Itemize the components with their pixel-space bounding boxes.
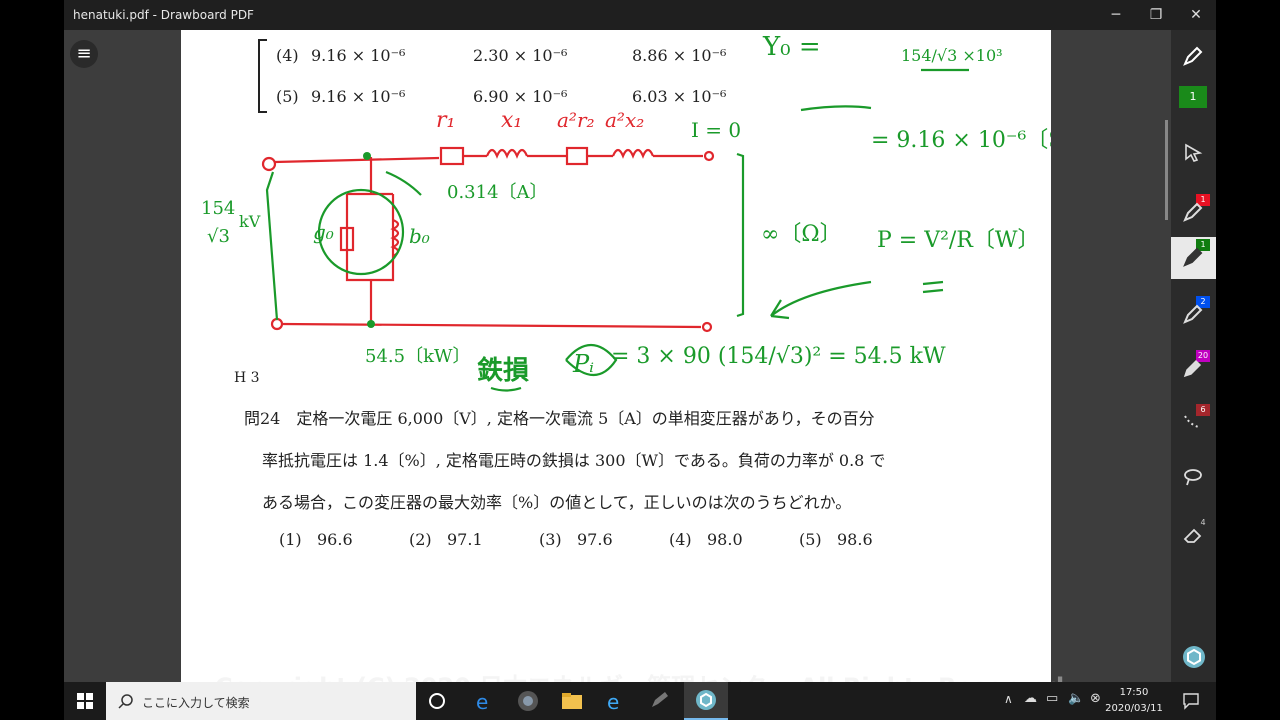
eraser-tool-button[interactable]: 4 bbox=[1171, 515, 1216, 557]
ink-y0-result: = 9.16 × 10⁻⁶〔S〕 bbox=[871, 128, 1051, 153]
pen-red-icon bbox=[1183, 202, 1203, 222]
ink-b0: b₀ bbox=[409, 224, 430, 248]
line-tool-button[interactable]: 6 bbox=[1171, 402, 1216, 444]
highlighter-icon bbox=[1183, 359, 1202, 378]
pen-red-button[interactable]: 1 bbox=[1171, 192, 1216, 234]
notification-icon[interactable] bbox=[1182, 692, 1200, 710]
file-explorer-icon[interactable] bbox=[559, 688, 585, 714]
ink-y0-lhs: Y₀ = bbox=[763, 32, 821, 62]
ink-i0: I = 0 bbox=[691, 118, 742, 142]
title-bar: henatuki.pdf - Drawboard PDF ─ ❐ ✕ bbox=[64, 0, 1216, 30]
pdf-page[interactable]: (4) 9.16 × 10⁻⁶ 2.30 × 10⁻⁶ 8.86 × 10⁻⁶ … bbox=[181, 30, 1051, 682]
drawboard-taskbar-button[interactable] bbox=[684, 682, 728, 720]
volume-icon[interactable]: 🔈 bbox=[1068, 691, 1084, 706]
task-view-icon[interactable] bbox=[424, 688, 450, 714]
ink-voltage-unit: kV bbox=[239, 212, 261, 231]
hamburger-menu-icon[interactable]: ≡ bbox=[70, 40, 98, 68]
ink-kw-label: 54.5〔kW〕 bbox=[365, 346, 471, 367]
clock-date: 2020/03/11 bbox=[1105, 703, 1163, 714]
settings-hex-button[interactable] bbox=[1171, 636, 1216, 678]
pen-icon bbox=[1183, 46, 1203, 66]
ink-power: P = V²/R〔W〕 bbox=[877, 228, 1040, 253]
taskbar-clock[interactable]: 17:50 2020/03/11 bbox=[1104, 685, 1164, 717]
pen-blue-icon bbox=[1183, 304, 1203, 324]
tray-chevron-icon[interactable]: ∧ bbox=[1004, 692, 1013, 706]
tool-sidebar: 1 1 1 2 20 6 4 bbox=[1171, 30, 1216, 682]
select-cursor-icon bbox=[1185, 143, 1203, 162]
select-tool-button[interactable] bbox=[1171, 132, 1216, 174]
edge-browser-icon[interactable]: e bbox=[472, 688, 498, 714]
ink-y0-rhs: 154/√3 ×10³ bbox=[901, 46, 1003, 65]
pen-tool-button[interactable] bbox=[1171, 36, 1216, 78]
ink-x1: x₁ bbox=[501, 108, 523, 133]
windows-taskbar: ここに入力して検索 e e ∧ ☁ ▭ 🔈 ⊗ 17:50 2020/03/11 bbox=[64, 682, 1216, 720]
eraser-icon bbox=[1183, 528, 1202, 543]
close-button[interactable]: ✕ bbox=[1176, 0, 1216, 30]
camera-app-icon[interactable] bbox=[515, 688, 541, 714]
cloud-icon[interactable]: ☁ bbox=[1024, 691, 1037, 706]
status-x-icon[interactable]: ⊗ bbox=[1090, 691, 1101, 706]
ink-current: 0.314〔A〕 bbox=[447, 182, 548, 203]
pen-green-icon bbox=[1183, 247, 1203, 267]
drawboard-window: henatuki.pdf - Drawboard PDF ─ ❐ ✕ ≡ (4)… bbox=[64, 0, 1216, 682]
ink-a2r2: a²r₂ bbox=[557, 108, 595, 132]
node-dot-bottom bbox=[367, 320, 375, 328]
table-bracket bbox=[258, 39, 267, 113]
dotted-line-icon bbox=[1184, 415, 1200, 428]
ink-a2x2: a²x₂ bbox=[605, 108, 645, 132]
network-icon[interactable]: ▭ bbox=[1046, 691, 1058, 706]
vertical-scrollbar[interactable] bbox=[1165, 120, 1168, 220]
ink-pi: Pᵢ bbox=[573, 350, 594, 378]
node-dot-top bbox=[363, 152, 371, 160]
hexagon-settings-icon bbox=[1183, 646, 1205, 668]
ink-resistance: ∞〔Ω〕 bbox=[761, 222, 842, 247]
windows-start-icon[interactable] bbox=[72, 688, 98, 714]
svg-text:e: e bbox=[607, 690, 619, 714]
pen-blue-button[interactable]: 2 bbox=[1171, 294, 1216, 336]
search-icon bbox=[118, 694, 133, 709]
lasso-tool-button[interactable] bbox=[1171, 457, 1216, 499]
maximize-button[interactable]: ❐ bbox=[1136, 0, 1176, 30]
taskbar-search-box[interactable]: ここに入力して検索 bbox=[106, 682, 416, 720]
ink-formula: = 3 × 90 (154/√3)² = 54.5 kW bbox=[611, 344, 946, 369]
page-number-badge: 1 bbox=[1179, 86, 1207, 108]
internet-explorer-icon[interactable]: e bbox=[603, 688, 629, 714]
lasso-icon bbox=[1184, 469, 1202, 486]
drawing-app-icon[interactable] bbox=[647, 688, 673, 714]
ink-iron-loss: 鉄損 bbox=[477, 356, 530, 386]
pen-green-button[interactable]: 1 bbox=[1171, 237, 1216, 279]
svg-text:e: e bbox=[476, 690, 488, 714]
minimize-button[interactable]: ─ bbox=[1096, 0, 1136, 30]
highlighter-button[interactable]: 20 bbox=[1171, 348, 1216, 390]
ink-voltage-num: 154 bbox=[201, 198, 236, 219]
clock-time: 17:50 bbox=[1119, 687, 1149, 698]
drawboard-app-icon bbox=[696, 690, 716, 710]
window-title: henatuki.pdf - Drawboard PDF bbox=[73, 8, 254, 22]
ink-r1: r₁ bbox=[436, 108, 456, 133]
search-placeholder: ここに入力して検索 bbox=[142, 696, 250, 710]
ink-g0: g₀ bbox=[313, 220, 334, 244]
ink-voltage-den: √3 bbox=[207, 226, 230, 247]
